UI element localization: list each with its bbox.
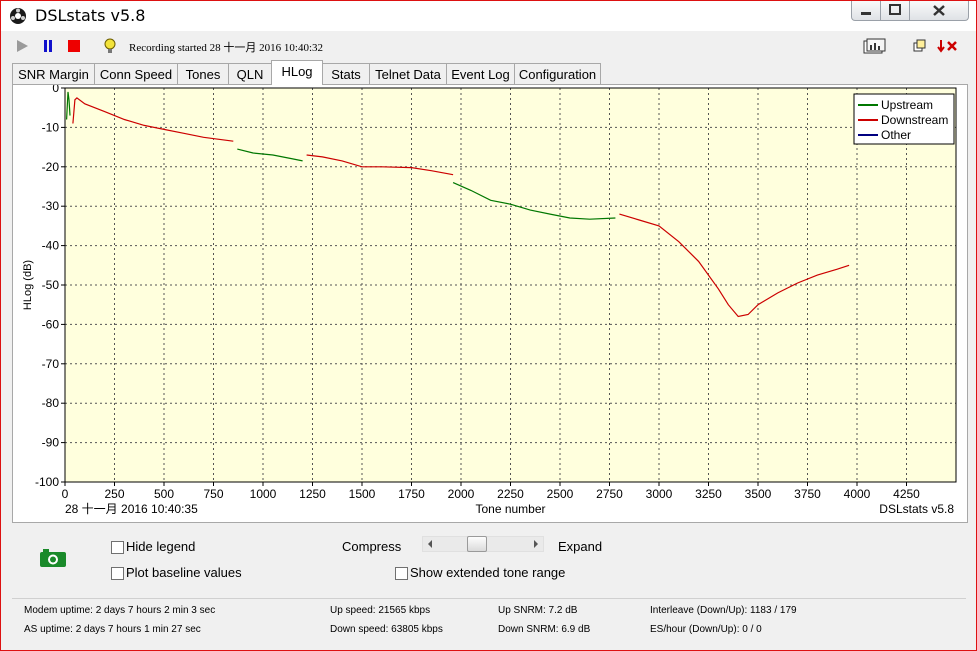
y-tick-label: -80 [42, 396, 60, 410]
es-per-hour: ES/hour (Down/Up): 0 / 0 [650, 624, 762, 635]
x-tick-label: 4250 [893, 487, 920, 501]
slider-right-arrow-icon[interactable] [533, 540, 539, 548]
x-tick-label: 3750 [794, 487, 821, 501]
recording-status: Recording started 28 十一月 2016 10:40:32 [129, 42, 324, 54]
camera-icon[interactable] [39, 548, 67, 568]
hlog-panel: 0 250 500 750 1000 1250 1500 1750 2000 2250 2500 27… [12, 84, 968, 523]
x-tick-label: 2750 [596, 487, 623, 501]
show-extended-label: Show extended tone range [410, 565, 566, 580]
tab-configuration[interactable]: Configuration [514, 63, 601, 84]
modem-uptime: Modem uptime: 2 days 7 hours 2 min 3 sec [24, 605, 216, 616]
stop-icon[interactable] [67, 39, 81, 53]
y-tick-label: -70 [42, 357, 60, 371]
y-tick-label: -30 [42, 199, 60, 213]
y-tick-label: -40 [42, 239, 60, 253]
copy-icon[interactable] [913, 39, 927, 53]
chart-watermark: DSLstats v5.8 [879, 502, 954, 516]
chart-legend: UpstreamDownstreamOther [853, 93, 955, 145]
as-uptime: AS uptime: 2 days 7 hours 1 min 27 sec [24, 624, 201, 635]
y-tick-label: -60 [42, 317, 60, 331]
close-button[interactable] [909, 1, 969, 21]
x-tick-label: 3500 [745, 487, 772, 501]
tab-hlog[interactable]: HLog [271, 60, 323, 85]
slider-left-arrow-icon[interactable] [427, 540, 433, 548]
show-extended-checkbox[interactable] [395, 567, 408, 580]
x-axis-label: Tone number [475, 502, 545, 516]
x-tick-label: 2500 [547, 487, 574, 501]
x-tick-label: 500 [154, 487, 174, 501]
reset-icon[interactable] [937, 38, 959, 54]
x-tick-label: 1250 [299, 487, 326, 501]
down-snrm: Down SNRM: 6.9 dB [498, 624, 591, 635]
close-icon [933, 5, 945, 16]
up-snrm: Up SNRM: 7.2 dB [498, 605, 578, 616]
y-tick-label: -20 [42, 160, 60, 174]
tab-telnet-data[interactable]: Telnet Data [369, 63, 447, 84]
legend-label-other: Other [881, 128, 911, 142]
x-tick-label: 3250 [695, 487, 722, 501]
down-speed: Down speed: 63805 kbps [330, 624, 443, 635]
tab-event-log[interactable]: Event Log [446, 63, 515, 84]
tab-qln[interactable]: QLN [228, 63, 272, 84]
interleave: Interleave (Down/Up): 1183 / 179 [650, 605, 797, 616]
chart-timestamp: 28 十一月 2016 10:40:35 [65, 502, 198, 516]
legend-label-upstream: Upstream [881, 98, 933, 112]
graphs-icon[interactable] [863, 38, 887, 54]
restore-button[interactable] [880, 1, 910, 21]
legend-label-downstream: Downstream [881, 113, 948, 127]
tab-snr-margin[interactable]: SNR Margin [12, 63, 95, 84]
tab-tones[interactable]: Tones [177, 63, 229, 84]
app-logo-icon [10, 8, 26, 24]
compress-label: Compress [342, 539, 402, 554]
x-tick-label: 3000 [646, 487, 673, 501]
restore-icon [889, 4, 901, 15]
x-tick-label: 2250 [497, 487, 524, 501]
chart-controls [1, 523, 976, 597]
play-icon[interactable] [15, 39, 29, 53]
y-tick-label: -50 [42, 278, 60, 292]
window-title: DSLstats v5.8 [35, 6, 146, 25]
x-tick-label: 250 [104, 487, 124, 501]
tab-conn-speed[interactable]: Conn Speed [94, 63, 178, 84]
title-bar: DSLstats v5.8 [1, 1, 976, 31]
up-speed: Up speed: 21565 kbps [330, 605, 431, 616]
toolbar: Recording started 28 十一月 2016 10:40:32 [1, 31, 976, 61]
tab-stats[interactable]: Stats [322, 63, 370, 84]
expand-label: Expand [558, 539, 603, 554]
y-axis-label: HLog (dB) [22, 260, 34, 310]
hide-legend-checkbox[interactable] [111, 541, 124, 554]
hlog-chart: 0 250 500 750 1000 1250 1500 1750 2000 2250 2500 27… [22, 85, 957, 516]
y-tick-label: -100 [35, 475, 59, 489]
slider-thumb[interactable] [467, 536, 487, 552]
y-tick-label: 0 [52, 85, 59, 95]
x-tick-label: 750 [203, 487, 223, 501]
plot-baseline-label: Plot baseline values [126, 565, 242, 580]
lightbulb-icon[interactable] [101, 37, 119, 55]
x-tick-label: 1750 [398, 487, 425, 501]
x-tick-label: 0 [62, 487, 69, 501]
x-tick-label: 2000 [448, 487, 475, 501]
y-tick-label: -10 [42, 120, 60, 134]
y-tick-label: -90 [42, 436, 60, 450]
minimize-icon [861, 12, 871, 15]
status-bar: Modem uptime: 2 days 7 hours 2 min 3 sec… [12, 598, 966, 643]
app-window: DSLstats v5.8 Recording started 28 十一月 2… [0, 0, 977, 651]
zoom-slider[interactable] [422, 536, 544, 552]
pause-icon[interactable] [41, 39, 55, 53]
plot-baseline-checkbox[interactable] [111, 567, 124, 580]
x-tick-label: 1500 [349, 487, 376, 501]
x-tick-label: 1000 [250, 487, 277, 501]
hide-legend-label: Hide legend [126, 539, 196, 554]
minimize-button[interactable] [851, 1, 881, 21]
x-tick-label: 4000 [844, 487, 871, 501]
